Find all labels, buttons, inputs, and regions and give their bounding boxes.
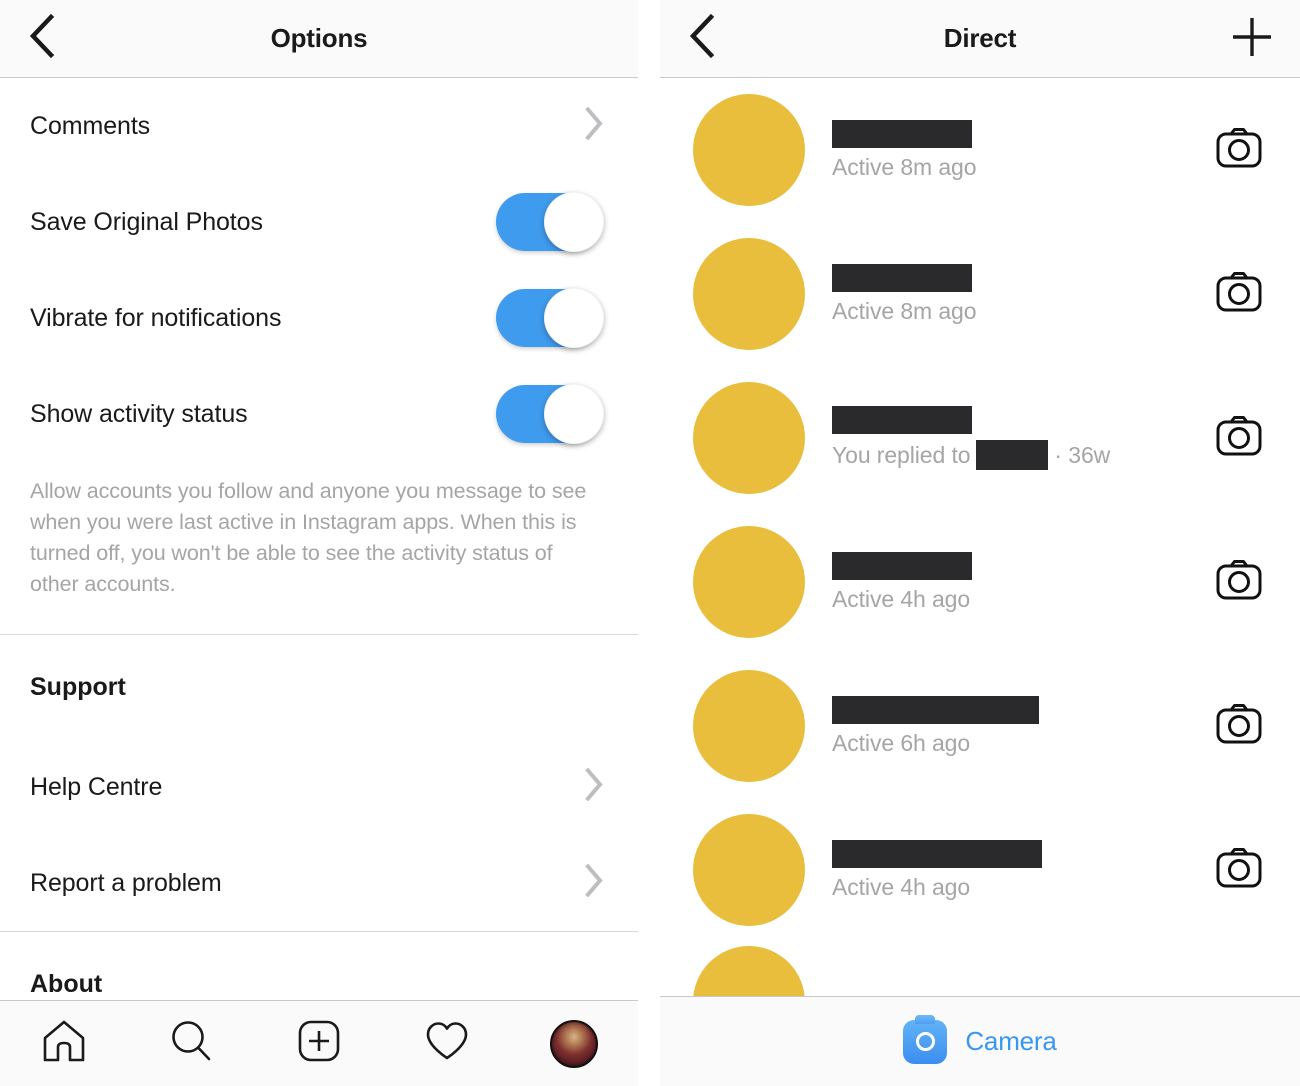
redacted-reply-target [976,440,1049,470]
redacted-username [832,551,972,580]
thread-body: Active 4h ago [832,551,1212,613]
direct-panel: Direct Active 8m ago Active 8m ago You r… [660,0,1300,1086]
option-row-help-centre[interactable]: Help Centre [0,739,638,835]
thread-row[interactable]: You replied to · 36w [660,366,1300,510]
camera-lens [915,1032,935,1051]
chevron-left-icon [28,13,56,64]
screenshot-root: Options Comments Save Original Photos Vi… [0,0,1300,1086]
thread-avatar [693,670,805,782]
toggle-knob [544,384,604,444]
thread-body: Active 4h ago [832,839,1212,901]
profile-avatar [550,1019,599,1068]
thread-camera-button[interactable] [1212,411,1266,466]
camera-filled-icon [903,1014,948,1064]
thread-row[interactable]: Active 6h ago [660,654,1300,798]
thread-row[interactable]: Active 8m ago [660,78,1300,222]
option-label: Vibrate for notifications [30,303,282,332]
add-post-icon [295,1017,343,1070]
tab-search[interactable] [149,1001,233,1086]
thread-status: Active 4h ago [832,585,971,612]
activity-status-description: Allow accounts you follow and anyone you… [30,479,587,596]
support-section-heading: Support [30,672,126,701]
thread-row[interactable]: Active 4h ago [660,510,1300,654]
thread-body: You replied to · 36w [832,406,1212,470]
option-label: Help Centre [30,772,163,801]
thread-camera-button[interactable] [1212,699,1266,754]
redacted-username [832,839,1042,868]
thread-status: Active 8m ago [832,153,977,180]
option-row-show-activity-status[interactable]: Show activity status [0,366,638,462]
thread-camera-button[interactable] [1212,555,1266,610]
thread-status: Active 4h ago [832,873,971,900]
thread-body: Active 6h ago [832,695,1212,757]
home-icon [40,1017,88,1070]
save-original-photos-toggle[interactable] [496,192,604,252]
thread-status: You replied to · 36w [832,440,1212,470]
thread-avatar [693,238,805,350]
redacted-username [832,263,972,292]
back-button[interactable] [660,0,744,78]
bottom-tab-bar [0,1000,638,1086]
toggle-knob [544,192,604,252]
option-label: Comments [30,111,151,140]
thread-status-prefix: You replied to [832,441,971,468]
camera-icon [1214,123,1264,178]
thread-body: Active 8m ago [832,263,1212,325]
camera-icon [1214,699,1264,754]
back-button[interactable] [0,0,84,78]
chevron-right-icon [584,106,604,146]
vibrate-for-notifications-toggle[interactable] [496,288,604,348]
thread-avatar [693,382,805,494]
camera-icon [1214,267,1264,322]
page-title: Options [270,22,368,53]
thread-avatar [693,526,805,638]
thread-row[interactable]: Active 4h ago [660,798,1300,942]
tab-profile[interactable] [532,1001,616,1086]
option-label: Show activity status [30,399,248,428]
heart-icon [423,1017,471,1070]
camera-bar[interactable]: Camera [660,996,1300,1086]
chevron-left-icon [688,13,716,64]
new-message-button[interactable] [1204,0,1300,78]
options-panel: Options Comments Save Original Photos Vi… [0,0,638,1086]
option-row-vibrate-for-notifications[interactable]: Vibrate for notifications [0,270,638,366]
chevron-right-icon [584,767,604,807]
thread-body: Active 8m ago [832,119,1212,181]
options-list: Comments Save Original Photos Vibrate fo… [0,78,638,1036]
camera-icon [1214,843,1264,898]
tab-activity[interactable] [405,1001,489,1086]
option-row-save-original-photos[interactable]: Save Original Photos [0,174,638,270]
camera-label: Camera [965,1026,1057,1056]
direct-header: Direct [660,0,1300,78]
thread-status: Active 6h ago [832,729,971,756]
option-row-report-a-problem[interactable]: Report a problem [0,835,638,931]
search-icon [167,1017,215,1070]
chevron-right-icon [584,863,604,903]
redacted-username [832,695,1039,724]
option-label: Save Original Photos [30,207,263,236]
thread-status-suffix: · 36w [1054,441,1111,468]
plus-icon [1229,14,1275,65]
option-label: Report a problem [30,868,222,897]
camera-icon [1214,411,1264,466]
thread-camera-button[interactable] [1212,843,1266,898]
thread-row[interactable]: Active 8m ago [660,222,1300,366]
redacted-username [832,406,972,434]
thread-avatar [693,814,805,926]
redacted-username [832,119,972,148]
direct-thread-list: Active 8m ago Active 8m ago You replied … [660,78,1300,1062]
camera-icon [1214,555,1264,610]
show-activity-status-toggle[interactable] [496,384,604,444]
options-header: Options [0,0,638,78]
option-row-comments[interactable]: Comments [0,78,638,174]
tab-add-post[interactable] [277,1001,361,1086]
tab-home[interactable] [22,1001,106,1086]
thread-camera-button[interactable] [1212,123,1266,178]
toggle-knob [544,288,604,348]
thread-camera-button[interactable] [1212,267,1266,322]
thread-status: Active 8m ago [832,297,977,324]
thread-avatar [693,94,805,206]
